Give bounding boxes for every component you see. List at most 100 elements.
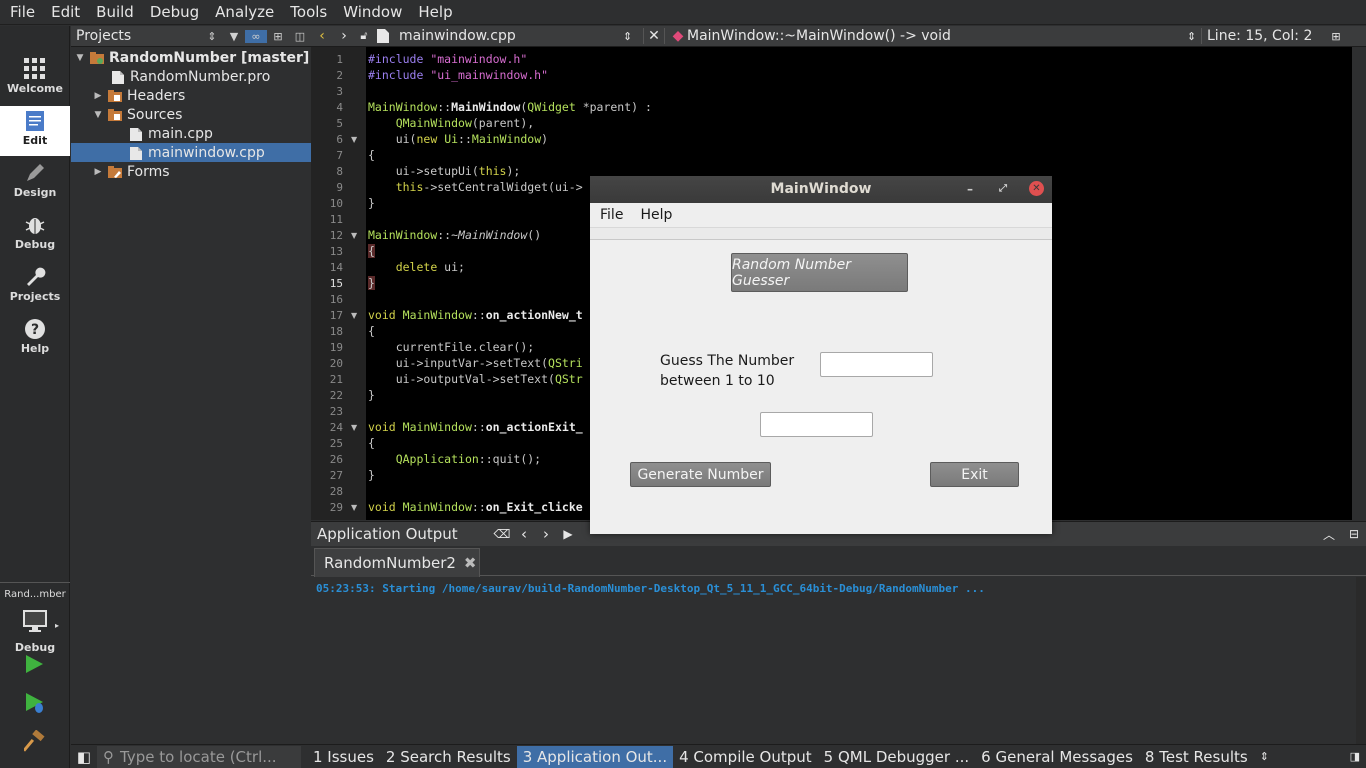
close-pane-icon[interactable]: ◫ xyxy=(289,30,311,43)
fold-marker-icon[interactable]: ▼ xyxy=(351,423,357,432)
build-hammer-icon[interactable] xyxy=(24,730,46,752)
collapsed-arrow-icon[interactable]: ▶ xyxy=(92,167,104,177)
select-arrows-icon[interactable]: ⇕ xyxy=(623,30,643,43)
line-number: 3 xyxy=(336,85,343,98)
status-tab-issues[interactable]: 1 Issues xyxy=(307,746,380,768)
more-tabs-arrows-icon[interactable]: ⇕ xyxy=(1254,746,1275,768)
menu-edit[interactable]: Edit xyxy=(45,3,86,21)
status-tab-search-results[interactable]: 2 Search Results xyxy=(380,746,517,768)
filter-icon[interactable]: ▼ xyxy=(223,30,245,43)
line-number: 23 xyxy=(329,405,343,418)
mode-projects-label: Projects xyxy=(9,290,61,303)
window-menu-help[interactable]: Help xyxy=(630,207,679,223)
line-number: 25 xyxy=(329,437,343,450)
status-tab-compile-output[interactable]: 4 Compile Output xyxy=(673,746,818,768)
menu-debug[interactable]: Debug xyxy=(144,3,205,21)
tree-sources[interactable]: ▼ Sources xyxy=(71,105,311,124)
status-tab-application-output[interactable]: 3 Application Out... xyxy=(516,745,674,768)
symbol-selector[interactable]: MainWindow::~MainWindow() -> void xyxy=(687,28,1187,44)
output-title[interactable]: Application Output xyxy=(311,525,491,543)
projects-title[interactable]: Projects xyxy=(71,28,201,44)
tree-forms[interactable]: ▶ Forms xyxy=(71,162,311,181)
window-menu-file[interactable]: File xyxy=(590,207,630,223)
tree-main-cpp[interactable]: main.cpp xyxy=(71,124,311,143)
maximize-icon[interactable]: ⤢ xyxy=(999,176,1007,202)
tree-pro-file[interactable]: RandomNumber.pro xyxy=(71,67,311,86)
next-icon[interactable]: › xyxy=(535,525,557,543)
file-icon xyxy=(377,29,389,43)
rerun-icon[interactable]: ▶ xyxy=(557,527,579,541)
menu-file[interactable]: File xyxy=(4,3,41,21)
debug-run-icon[interactable] xyxy=(24,692,46,714)
tree-project-root[interactable]: ▼ RandomNumber [master] xyxy=(71,48,311,67)
status-tab-qml-debugger[interactable]: 5 QML Debugger ... xyxy=(818,746,976,768)
expanded-arrow-icon[interactable]: ▼ xyxy=(74,53,86,63)
forward-arrow-icon[interactable]: › xyxy=(333,28,355,44)
line-number: 20 xyxy=(329,357,343,370)
mode-projects[interactable]: Projects xyxy=(0,262,70,312)
fold-marker-icon[interactable]: ▼ xyxy=(351,231,357,240)
expanded-arrow-icon[interactable]: ▼ xyxy=(92,110,104,120)
line-number: 8 xyxy=(336,165,343,178)
output-pane-toggle-icon[interactable]: ◨ xyxy=(1344,746,1366,768)
menu-help[interactable]: Help xyxy=(412,3,458,21)
editor-scrollbar[interactable] xyxy=(1352,47,1366,520)
open-file-selector[interactable]: mainwindow.cpp xyxy=(399,28,623,44)
status-tab-test-results[interactable]: 8 Test Results xyxy=(1139,746,1254,768)
output-log[interactable]: 05:23:53: Starting /home/saurav/build-Ra… xyxy=(311,577,1356,744)
run-icon[interactable] xyxy=(24,654,44,674)
close-document-icon[interactable]: ✕ xyxy=(643,28,665,44)
guess-prompt-label: Guess The Number between 1 to 10 xyxy=(660,351,794,391)
guess-input[interactable] xyxy=(820,352,933,377)
select-arrows-icon[interactable]: ⇕ xyxy=(1187,30,1201,43)
line-number: 19 xyxy=(329,341,343,354)
status-bar: ◧ ⚲ Type to locate (Ctrl... 1 Issues 2 S… xyxy=(71,744,1366,768)
mode-edit[interactable]: Edit xyxy=(0,106,70,156)
kit-name: Rand...mber xyxy=(4,589,66,600)
mode-welcome[interactable]: Welcome xyxy=(0,54,70,104)
menu-build[interactable]: Build xyxy=(90,3,140,21)
menu-window[interactable]: Window xyxy=(337,3,408,21)
close-tab-icon[interactable]: ✖ xyxy=(464,554,477,572)
split-icon[interactable]: ⊞ xyxy=(1326,30,1346,43)
generate-number-button[interactable]: Generate Number xyxy=(630,462,771,487)
kit-arrow-icon: ▸ xyxy=(55,621,60,630)
output-tab-randomnumber2[interactable]: RandomNumber2 ✖ xyxy=(314,548,480,577)
result-output-field[interactable] xyxy=(760,412,873,437)
close-pane-icon[interactable]: ⊟ xyxy=(1342,527,1366,541)
locator-input[interactable]: ⚲ Type to locate (Ctrl... xyxy=(97,745,301,768)
tree-headers[interactable]: ▶ Headers xyxy=(71,86,311,105)
line-number: 21 xyxy=(329,373,343,386)
close-window-icon[interactable]: ✕ xyxy=(1029,181,1044,196)
kit-selector[interactable]: Rand...mber ▸ Debug xyxy=(0,582,70,662)
status-tab-general-messages[interactable]: 6 General Messages xyxy=(975,746,1139,768)
tree-mainwindow-cpp[interactable]: mainwindow.cpp xyxy=(71,143,311,162)
fold-marker-icon[interactable]: ▼ xyxy=(351,311,357,320)
project-folder-icon xyxy=(90,51,104,64)
split-icon[interactable]: ⊞ xyxy=(267,30,289,43)
welcome-grid-icon xyxy=(24,58,45,79)
cursor-position[interactable]: Line: 15, Col: 2 xyxy=(1201,28,1326,44)
exit-button[interactable]: Exit xyxy=(930,462,1019,487)
maximize-pane-icon[interactable]: ︿ xyxy=(1316,526,1342,543)
back-arrow-icon[interactable]: ‹ xyxy=(311,28,333,44)
menu-analyze[interactable]: Analyze xyxy=(209,3,280,21)
app-main-window: MainWindow – ⤢ ✕ File Help Random Number… xyxy=(590,176,1052,534)
link-sync-icon[interactable]: ∞ xyxy=(245,29,267,43)
menu-tools[interactable]: Tools xyxy=(284,3,333,21)
toggle-sidebar-icon[interactable]: ◧ xyxy=(71,746,97,768)
collapsed-arrow-icon[interactable]: ▶ xyxy=(92,91,104,101)
view-select-arrows-icon[interactable]: ⇕ xyxy=(201,30,223,43)
mode-debug[interactable]: Debug xyxy=(0,210,70,260)
fold-marker-icon[interactable]: ▼ xyxy=(351,135,357,144)
mode-help[interactable]: ? Help xyxy=(0,314,70,364)
output-scrollbar[interactable] xyxy=(1356,577,1366,744)
fold-marker-icon[interactable]: ▼ xyxy=(351,503,357,512)
forms-folder-icon xyxy=(108,165,122,178)
prev-icon[interactable]: ‹ xyxy=(513,525,535,543)
line-number: 29 xyxy=(329,501,343,514)
minimize-icon[interactable]: – xyxy=(967,176,973,202)
mode-design[interactable]: Design xyxy=(0,158,70,208)
clean-icon[interactable]: ⌫ xyxy=(491,527,513,541)
window-titlebar[interactable]: MainWindow – ⤢ ✕ xyxy=(590,176,1052,203)
